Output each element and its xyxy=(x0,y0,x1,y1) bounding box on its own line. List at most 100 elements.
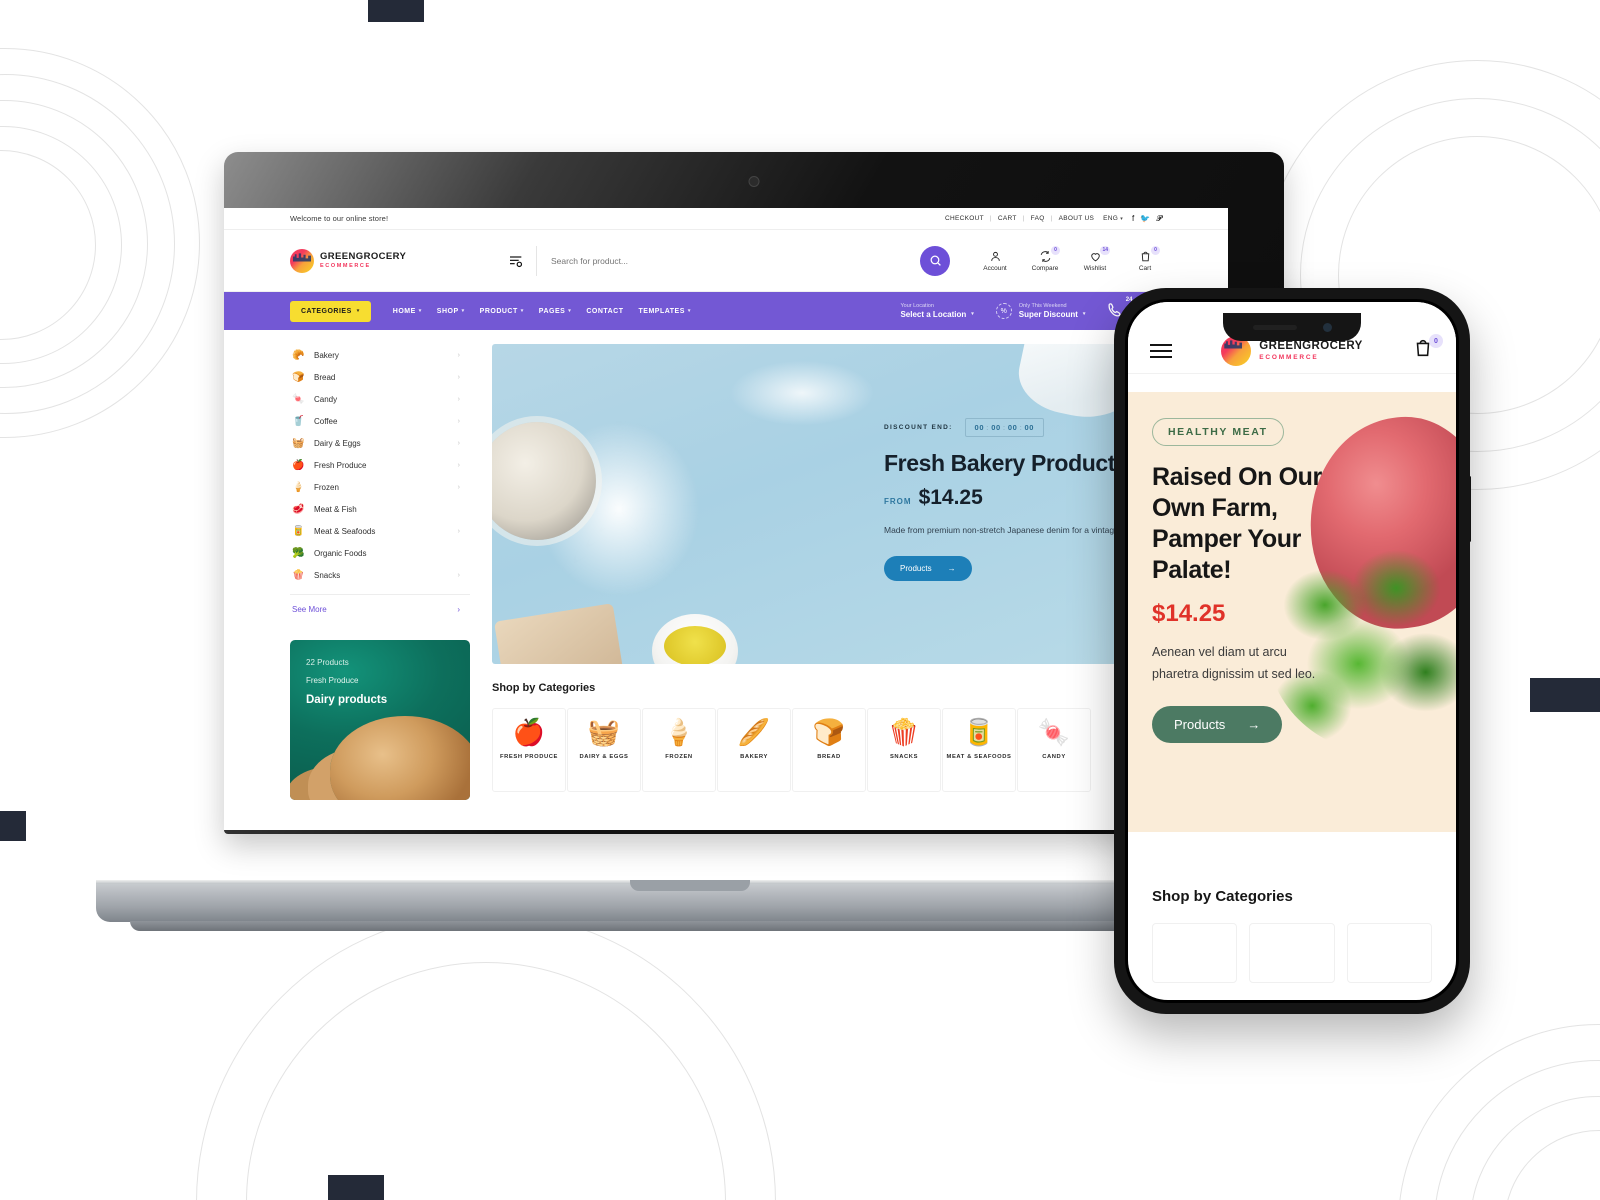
wishlist-button[interactable]: 14 Wishlist xyxy=(1078,245,1112,272)
mobile-products-button[interactable]: Products → xyxy=(1152,705,1283,743)
category-card-snacks[interactable]: 🍿 SNACKS xyxy=(867,708,941,792)
frozen-icon: 🍦 xyxy=(662,717,696,747)
nav-item-home[interactable]: HOME ▾ xyxy=(393,308,422,315)
mobile-shop-by-categories-title: Shop by Categories xyxy=(1152,888,1293,905)
location-selector[interactable]: Your Location Select a Location ▾ xyxy=(900,303,973,318)
nav-item-product[interactable]: PRODUCT ▾ xyxy=(480,308,524,315)
laptop-base-foot xyxy=(130,921,1250,931)
search-box xyxy=(536,245,960,276)
sidebar-item-fresh-produce[interactable]: 🍎 Fresh Produce › xyxy=(290,454,470,476)
deco-square-right xyxy=(1530,678,1600,712)
promo-card-content: 22 Products Fresh Produce Dairy products xyxy=(290,640,470,724)
phone-mockup: GREENGROCERY ECOMMERCE 0 HEALTHY MEAT Ra… xyxy=(1114,288,1471,1014)
category-card-bakery[interactable]: 🥖 BAKERY xyxy=(717,708,791,792)
promo-card[interactable]: 22 Products Fresh Produce Dairy products xyxy=(290,640,470,800)
site-logo[interactable]: GREENGROCERY ECOMMERCE xyxy=(290,248,490,273)
mobile-category-card[interactable] xyxy=(1346,923,1432,983)
flour-dust-decor-2 xyxy=(702,348,902,438)
mobile-category-card[interactable] xyxy=(1249,923,1335,983)
search-zone xyxy=(508,245,960,276)
sidebar-item-bakery[interactable]: 🥐 Bakery › xyxy=(290,344,470,366)
category-card-candy[interactable]: 🍬 CANDY xyxy=(1017,708,1091,792)
sidebar-item-meat-fish[interactable]: 🥩 Meat & Fish xyxy=(290,498,470,520)
phone-inner-frame: GREENGROCERY ECOMMERCE 0 HEALTHY MEAT Ra… xyxy=(1125,299,1459,1003)
top-link-cart[interactable]: CART xyxy=(998,215,1017,222)
chevron-down-icon: ▾ xyxy=(356,308,360,314)
chevron-right-icon: › xyxy=(457,417,460,425)
dairy-eggs-icon: 🧺 xyxy=(292,437,305,449)
sidebar-item-label: Frozen xyxy=(314,482,339,492)
hero-products-button[interactable]: Products → xyxy=(884,556,972,582)
timer-sep: : xyxy=(1002,423,1006,432)
sidebar-item-organic-foods[interactable]: 🥦 Organic Foods xyxy=(290,542,470,564)
sidebar-item-frozen[interactable]: 🍦 Frozen › xyxy=(290,476,470,498)
phone-camera-icon xyxy=(1322,322,1332,332)
promo-category: Fresh Produce xyxy=(306,676,359,685)
top-link-checkout[interactable]: CHECKOUT xyxy=(945,215,984,222)
compare-button[interactable]: 0 Compare xyxy=(1028,245,1062,272)
sidebar-item-bread[interactable]: 🍞 Bread › xyxy=(290,366,470,388)
category-card-dairy-eggs[interactable]: 🧺 DAIRY & EGGS xyxy=(567,708,641,792)
account-button[interactable]: Account xyxy=(978,250,1012,272)
mobile-cart-button[interactable]: 0 xyxy=(1412,334,1443,364)
mobile-category-card[interactable] xyxy=(1152,923,1238,983)
search-button[interactable] xyxy=(920,245,950,276)
sidebar-item-coffee[interactable]: 🥤 Coffee › xyxy=(290,410,470,432)
category-filter-icon[interactable] xyxy=(508,253,524,269)
language-selector[interactable]: ENG ▾ xyxy=(1103,215,1123,222)
category-card-meat-seafoods[interactable]: 🥫 MEAT & SEAFOODS xyxy=(942,708,1016,792)
category-card-bread[interactable]: 🍞 BREAD xyxy=(792,708,866,792)
chevron-down-icon: ▾ xyxy=(1120,216,1124,222)
chevron-right-icon: › xyxy=(457,351,460,359)
sidebar-item-label: Organic Foods xyxy=(314,548,367,558)
pinterest-icon[interactable]: 𝓟 xyxy=(1156,214,1162,224)
search-input[interactable] xyxy=(551,255,851,266)
twitter-icon[interactable]: 🐦 xyxy=(1140,214,1150,224)
timer-seconds: 00 xyxy=(1024,423,1035,432)
discount-selector[interactable]: % Only This Weekend Super Discount ▾ xyxy=(995,303,1085,319)
sidebar-item-label: Dairy & Eggs xyxy=(314,438,361,448)
search-icon xyxy=(930,255,941,266)
chevron-right-icon: › xyxy=(457,483,460,491)
promo-product-count: 22 Products xyxy=(306,658,349,667)
hero-price: $14.25 xyxy=(918,486,983,510)
cart-label: Cart xyxy=(1138,264,1152,272)
hamburger-menu-icon[interactable] xyxy=(1150,343,1172,358)
nav-item-contact[interactable]: CONTACT xyxy=(586,308,623,315)
wishlist-label: Wishlist xyxy=(1083,264,1107,272)
see-more-label: See More xyxy=(292,605,327,614)
category-card-frozen[interactable]: 🍦 FROZEN xyxy=(642,708,716,792)
sidebar-item-dairy-eggs[interactable]: 🧺 Dairy & Eggs › xyxy=(290,432,470,454)
divider: | xyxy=(1022,215,1025,222)
category-card-label: BREAD xyxy=(817,754,841,760)
top-link-faq[interactable]: FAQ xyxy=(1031,215,1045,222)
facebook-icon[interactable]: f xyxy=(1132,214,1134,224)
nav-item-pages[interactable]: PAGES ▾ xyxy=(539,308,572,315)
compare-icon xyxy=(1040,250,1050,262)
category-list: 🥐 Bakery › 🍞 Bread › 🍬 Candy › 🥤 Coffee › 🧺 Dairy… xyxy=(290,344,470,595)
brand-tagline: ECOMMERCE xyxy=(320,263,371,270)
nav-item-templates[interactable]: TEMPLATES ▾ xyxy=(639,308,691,315)
mobile-logo-text: GREENGROCERY ECOMMERCE xyxy=(1259,340,1362,361)
chevron-right-icon: › xyxy=(457,373,460,381)
promo-bread-image xyxy=(330,716,470,800)
sidebar-item-candy[interactable]: 🍬 Candy › xyxy=(290,388,470,410)
category-card-fresh-produce[interactable]: 🍎 FRESH PRODUCE xyxy=(492,708,566,792)
snacks-icon: 🍿 xyxy=(887,717,921,747)
categories-button-label: CATEGORIES xyxy=(301,307,352,315)
top-links: CHECKOUT | CART | FAQ | ABOUT US xyxy=(945,215,1094,222)
phone-speaker-icon xyxy=(1252,324,1297,330)
mobile-hero-price: $14.25 xyxy=(1152,600,1226,627)
categories-button[interactable]: CATEGORIES ▾ xyxy=(290,300,371,322)
nav-item-shop[interactable]: SHOP ▾ xyxy=(437,308,465,315)
cart-button[interactable]: 0 Cart xyxy=(1128,245,1162,272)
hero-from-label: FROM xyxy=(884,497,912,507)
top-link-about-us[interactable]: ABOUT US xyxy=(1059,215,1095,222)
sidebar-item-snacks[interactable]: 🍿 Snacks › xyxy=(290,564,470,586)
chevron-down-icon: ▾ xyxy=(418,308,422,314)
compare-label: Compare xyxy=(1031,264,1059,272)
see-more-link[interactable]: See More › xyxy=(290,595,470,618)
sidebar-item-meat-seafoods[interactable]: 🥫 Meat & Seafoods › xyxy=(290,520,470,542)
nav-label: PRODUCT xyxy=(479,307,518,315)
meat-seafoods-icon: 🥫 xyxy=(962,717,996,747)
